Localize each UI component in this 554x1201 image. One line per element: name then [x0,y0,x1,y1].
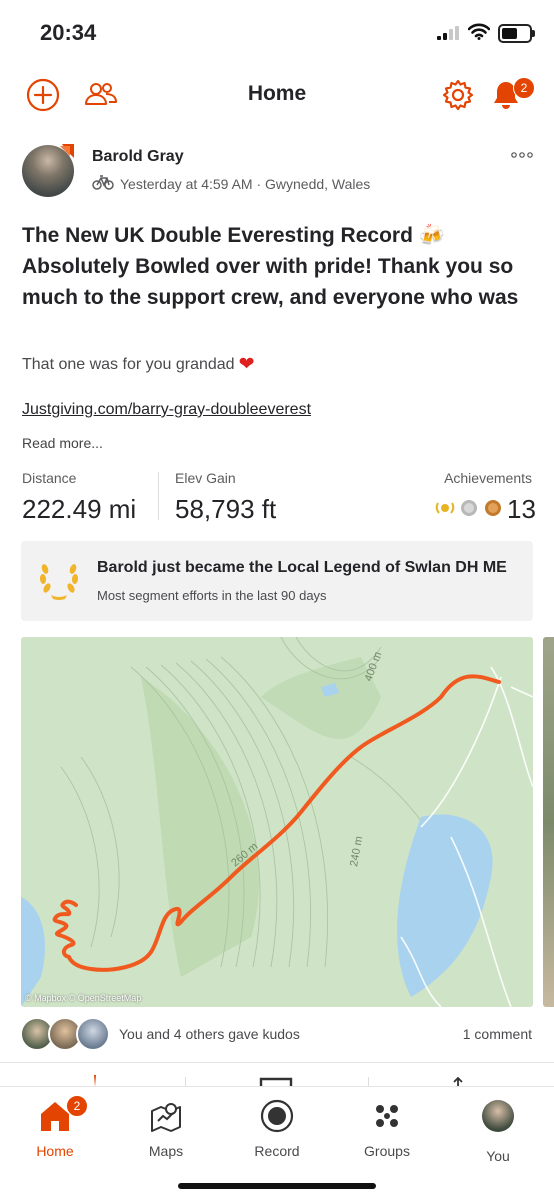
achievement-medals-icon [435,500,501,516]
profile-avatar [482,1100,514,1132]
settings-gear-icon[interactable] [441,78,475,112]
achievements-label: Achievements [444,470,532,486]
next-photo-preview[interactable] [543,637,554,1007]
post-action-bar [0,1062,554,1087]
local-legend-subtitle: Most segment efforts in the last 90 days [97,588,327,603]
battery-icon [498,24,535,43]
ride-bike-icon [92,175,114,190]
top-nav: Home 2 [0,66,554,125]
tab-groups[interactable]: Groups [332,1095,442,1159]
read-more-link[interactable]: Read more... [22,435,103,451]
status-time: 20:34 [40,20,97,45]
more-options-icon[interactable] [511,152,533,158]
activity-date-location: Yesterday at 4:59 AM · Gwynedd, Wales [120,176,371,192]
local-legend-title: Barold just became the Local Legend of S… [97,559,507,576]
tab-you[interactable]: You [443,1095,553,1164]
notification-count-badge: 2 [513,77,535,99]
tab-label: Home [36,1143,74,1159]
distance-label: Distance [22,470,77,486]
tab-label: You [486,1148,510,1164]
wifi-icon [468,23,490,40]
activity-card: Barold Gray Yesterday at 4:59 AM · Gwyne… [0,124,554,1062]
cellular-signal-icon [437,26,459,40]
activity-description: That one was for you grandad ❤ [22,353,255,376]
laurel-wreath-icon [39,564,79,600]
achievements-count: 13 [507,494,536,524]
stat-divider [158,472,159,520]
distance-value: 222.49 mi [22,494,137,524]
map-graphic: 400 m 240 m 260 m [21,637,533,1007]
elev-gain-value: 58,793 ft [175,494,277,524]
subscriber-badge-icon [60,144,74,158]
record-icon [260,1099,294,1133]
local-legend-banner[interactable]: Barold just became the Local Legend of S… [21,541,533,621]
home-tab-badge: 2 [66,1095,88,1117]
comment-count[interactable]: 1 comment [463,1026,532,1042]
tab-label: Groups [364,1143,410,1159]
elev-gain-label: Elev Gain [175,470,236,486]
donation-link[interactable]: Justgiving.com/barry-gray-doubleeverest [22,401,311,419]
tab-home[interactable]: 2 Home [0,1095,110,1159]
kudos-avatar-3[interactable] [76,1017,110,1051]
groups-icon [376,1105,398,1127]
tab-label: Record [254,1143,300,1159]
status-bar: 20:34 [0,0,554,66]
tab-maps[interactable]: Maps [111,1095,221,1159]
home-indicator [178,1183,376,1189]
route-map[interactable]: 400 m 240 m 260 m © Mapbox © OpenStreetM… [21,637,533,1007]
activity-title[interactable]: The New UK Double Everesting Record 🍻 Ab… [22,220,536,316]
maps-icon [151,1103,181,1132]
tab-record[interactable]: Record [222,1095,332,1159]
description-text: That one was for you grandad [22,356,235,373]
kudos-summary[interactable]: You and 4 others gave kudos [119,1026,300,1042]
red-heart-icon: ❤ [238,354,255,375]
tab-label: Maps [148,1143,184,1159]
map-attribution[interactable]: © Mapbox © OpenStreetMap [25,993,141,1003]
activity-meta: Yesterday at 4:59 AM · Gwynedd, Wales [92,175,371,192]
athlete-name[interactable]: Barold Gray [92,148,184,166]
